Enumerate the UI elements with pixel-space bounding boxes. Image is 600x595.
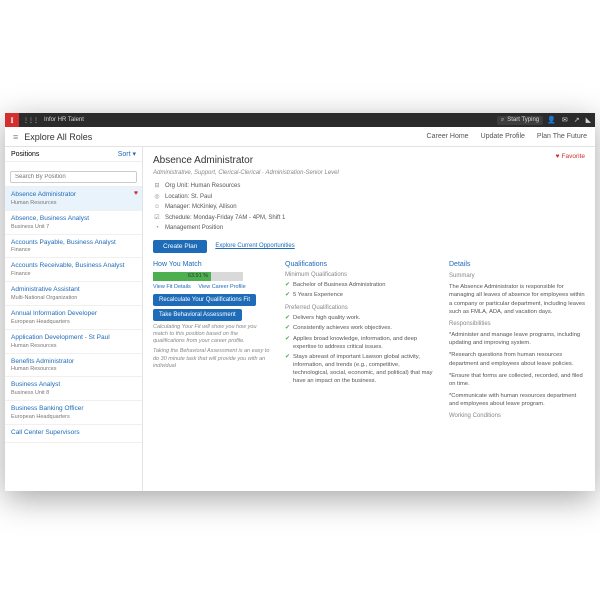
fit-note-1: Calculating Your Fit will show you how y… (153, 324, 271, 345)
sort-button[interactable]: Sort ▾ (118, 150, 136, 158)
brand-logo[interactable]: I (5, 113, 19, 127)
create-plan-button[interactable]: Create Plan (153, 240, 207, 253)
share-icon[interactable]: ↗ (574, 116, 580, 124)
heart-icon: ♥ (556, 153, 560, 160)
responsibility-item: *Communicate with human resources depart… (449, 392, 585, 408)
pref-quals-heading: Preferred Qualifications (285, 305, 435, 311)
view-career-profile-link[interactable]: View Career Profile (198, 284, 245, 290)
nav-career-home[interactable]: Career Home (427, 133, 469, 140)
page-title: Explore All Roles (24, 132, 426, 142)
role-subtitle: Administrative, Support, Clerical-Cleric… (153, 170, 585, 176)
take-assessment-button[interactable]: Take Behavioral Assessment (153, 309, 242, 321)
check-icon: ✔ (285, 314, 290, 322)
position-item[interactable]: Business Banking OfficerEuropean Headqua… (5, 401, 142, 425)
mail-icon[interactable]: ✉ (562, 116, 568, 124)
working-conditions-heading: Working Conditions (449, 412, 585, 420)
check-icon: ✔ (285, 335, 290, 351)
qual-item: Bachelor of Business Administration (293, 281, 385, 289)
page-header: ≡ Explore All Roles Career Home Update P… (5, 127, 595, 147)
fit-meter: 63.91 % (153, 272, 243, 281)
search-icon: ⌕ (501, 117, 504, 124)
breadcrumb: Infor HR Talent (44, 117, 497, 123)
check-icon: ✔ (285, 291, 290, 299)
min-quals-heading: Minimum Qualifications (285, 272, 435, 278)
positions-list: Absence AdministratorHuman Resources♥Abs… (5, 187, 142, 491)
summary-heading: Summary (449, 272, 585, 280)
global-search[interactable]: ⌕ Start Typing (497, 116, 543, 125)
qual-item: Stays abreast of important Lawson global… (293, 353, 435, 385)
role-detail: ♥ Favorite Absence Administrator Adminis… (143, 147, 595, 491)
summary-text: The Absence Administrator is responsible… (449, 283, 585, 315)
qual-item: 5 Years Experience (293, 291, 343, 299)
schedule-icon: ☑ (153, 214, 161, 224)
position-item[interactable]: Call Center Supervisors (5, 425, 142, 443)
header-nav: Career Home Update Profile Plan The Futu… (427, 133, 587, 140)
recalculate-fit-button[interactable]: Recalculate Your Qualifications Fit (153, 294, 256, 306)
responsibility-item: *Ensure that forms are collected, record… (449, 372, 585, 388)
fit-note-2: Taking the Behavioral Assessment is an e… (153, 348, 271, 369)
check-icon: ✔ (285, 324, 290, 332)
user-icon[interactable]: 👤 (547, 116, 556, 124)
position-item[interactable]: Annual Information DeveloperEuropean Hea… (5, 306, 142, 330)
qualifications-heading: Qualifications (285, 261, 435, 268)
position-item[interactable]: Business AnalystBusiness Unit 8 (5, 377, 142, 401)
favorite-toggle[interactable]: ♥ Favorite (556, 153, 585, 160)
heart-icon: ♥ (134, 190, 138, 197)
responsibilities-heading: Responsibilities (449, 320, 585, 328)
position-item[interactable]: Accounts Receivable, Business AnalystFin… (5, 258, 142, 282)
position-item[interactable]: Benefits AdministratorHuman Resources (5, 354, 142, 378)
manager-icon: ☺ (153, 203, 161, 213)
qual-item: Delivers high quality work. (293, 314, 360, 322)
sidebar-heading: Positions (11, 151, 39, 158)
position-item[interactable]: Administrative AssistantMulti-National O… (5, 282, 142, 306)
fit-percent: 63.91 % (153, 272, 243, 281)
app-topbar: I ⋮⋮⋮ Infor HR Talent ⌕ Start Typing 👤 ✉… (5, 113, 595, 127)
position-item[interactable]: Absence AdministratorHuman Resources♥ (5, 187, 142, 211)
explore-opportunities-link[interactable]: Explore Current Opportunities (215, 243, 294, 249)
position-item[interactable]: Application Development - St PaulHuman R… (5, 330, 142, 354)
positions-sidebar: Positions Sort ▾ Absence AdministratorHu… (5, 147, 143, 491)
check-icon: ✔ (285, 281, 290, 289)
responsibility-item: *Administer and manage leave programs, i… (449, 331, 585, 347)
responsibility-item: *Research questions from human resources… (449, 351, 585, 367)
check-icon: ✔ (285, 353, 290, 385)
nav-update-profile[interactable]: Update Profile (481, 133, 525, 140)
view-fit-details-link[interactable]: View Fit Details (153, 284, 191, 290)
mgmt-icon: ◔ (153, 224, 161, 234)
role-meta: ⊟Org Unit: Human Resources ◎Location: St… (153, 182, 585, 234)
nav-plan-future[interactable]: Plan The Future (537, 133, 587, 140)
apps-icon[interactable]: ⋮⋮⋮ (23, 117, 38, 124)
details-heading: Details (449, 261, 585, 268)
org-icon: ⊟ (153, 182, 161, 192)
role-title: Absence Administrator (153, 155, 585, 166)
how-you-match-heading: How You Match (153, 261, 271, 268)
search-placeholder: Start Typing (507, 117, 539, 123)
position-search-input[interactable] (10, 171, 137, 183)
location-icon: ◎ (153, 193, 161, 203)
position-item[interactable]: Absence, Business AnalystBusiness Unit 7 (5, 211, 142, 235)
qual-item: Consistently achieves work objectives. (293, 324, 392, 332)
qual-item: Applies broad knowledge, information, an… (293, 335, 435, 351)
position-item[interactable]: Accounts Payable, Business AnalystFinanc… (5, 235, 142, 259)
menu-icon[interactable]: ≡ (13, 132, 18, 142)
bookmark-icon[interactable]: ◣ (586, 116, 591, 124)
